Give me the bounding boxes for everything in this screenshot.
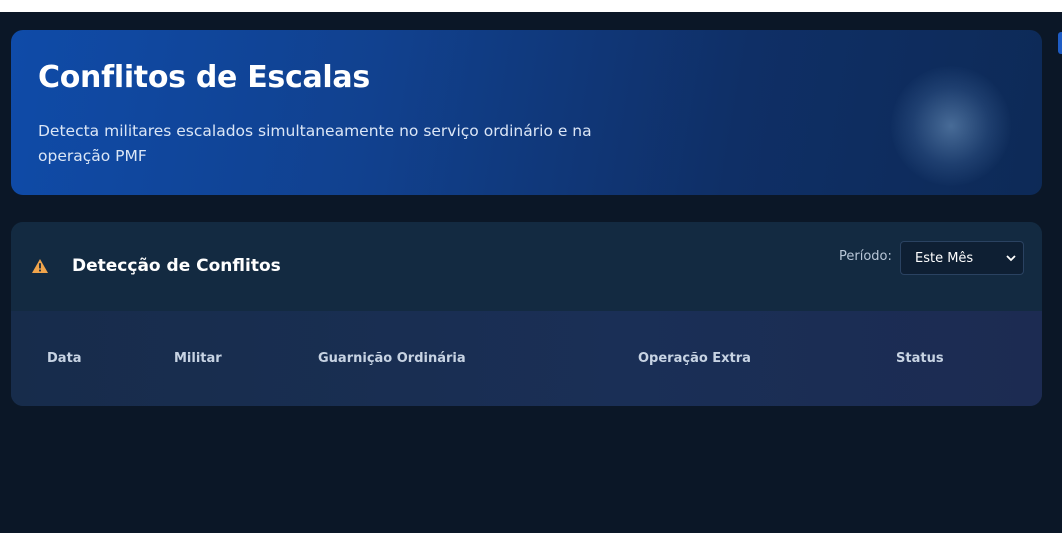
top-strip bbox=[0, 0, 1062, 12]
page-title: Conflitos de Escalas bbox=[38, 60, 370, 95]
column-header-data[interactable]: Data bbox=[47, 351, 82, 366]
period-select[interactable]: Este Mês bbox=[900, 241, 1024, 275]
hero-banner: Conflitos de Escalas Detecta militares e… bbox=[11, 30, 1042, 195]
conflicts-panel: Detecção de Conflitos Período: Este Mês … bbox=[11, 222, 1042, 406]
edge-tab[interactable] bbox=[1058, 32, 1062, 54]
table-header: Data Militar Guarnição Ordinária Operaçã… bbox=[11, 311, 1042, 406]
period-label: Período: bbox=[839, 249, 892, 264]
column-header-militar[interactable]: Militar bbox=[174, 351, 222, 366]
page-subtitle: Detecta militares escalados simultaneame… bbox=[38, 122, 592, 165]
warning-triangle-icon bbox=[32, 259, 48, 273]
panel-title: Detecção de Conflitos bbox=[72, 256, 281, 276]
panel-header: Detecção de Conflitos Período: Este Mês bbox=[11, 222, 1042, 311]
chevron-down-icon bbox=[1006, 255, 1016, 262]
column-header-guarnicao[interactable]: Guarnição Ordinária bbox=[318, 351, 466, 366]
period-selected-value: Este Mês bbox=[915, 251, 974, 266]
column-header-status[interactable]: Status bbox=[896, 351, 944, 366]
hero-glow-decoration bbox=[891, 66, 1011, 186]
column-header-operacao[interactable]: Operação Extra bbox=[638, 351, 751, 366]
